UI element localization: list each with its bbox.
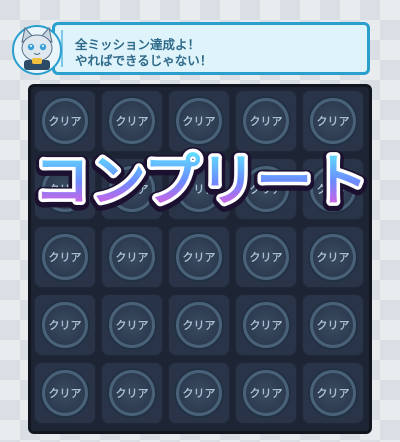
mission-board: クリア クリア クリア クリア クリア クリア クリア クリア クリア クリア クリア クリア クリアク… [28,84,372,434]
mission-grid: クリア クリア クリア クリア クリア クリア クリア クリア クリア クリア クリア クリア クリアク… [34,90,364,424]
mission-cell[interactable]: クリア [168,294,230,356]
clear-badge-label: クリア [48,115,82,128]
clear-badge-label: クリア [182,115,216,128]
cat-character-avatar-icon [10,22,64,76]
complete-banner-text: コンプリート [34,149,368,214]
clear-badge-icon: クリア [243,370,289,416]
clear-badge-label: クリア [249,115,283,128]
clear-badge-label: クリア [316,251,350,264]
mission-cell[interactable]: クリア [235,226,297,288]
clear-badge-icon: クリア [310,234,356,280]
clear-badge-icon: クリア [42,98,88,144]
clear-badge-label: クリア [249,251,283,264]
mission-message-text: 全ミッション達成よ！ やればできるじゃない！ [75,37,212,69]
clear-badge-icon: クリア [310,302,356,348]
clear-badge-label: クリア [249,319,283,332]
mission-cell[interactable]: クリア [235,362,297,424]
mission-cell[interactable]: クリア [101,226,163,288]
clear-badge-label: クリア [115,251,149,264]
mission-cell[interactable]: クリア [168,362,230,424]
clear-badge-icon: クリア [42,234,88,280]
mission-cell[interactable]: クリア [34,226,96,288]
clear-badge-label: クリア [48,319,82,332]
clear-badge-label: クリア [182,387,216,400]
mission-cell[interactable]: クリア [101,294,163,356]
clear-badge-label: クリア [316,387,350,400]
clear-badge-label: クリア [182,251,216,264]
clear-badge-label: クリア [48,251,82,264]
clear-badge-icon: クリア [109,370,155,416]
clear-badge-icon: クリア [42,370,88,416]
clear-badge-icon: クリア [310,370,356,416]
message-line-2: やればできるじゃない！ [75,53,213,68]
clear-badge-icon: クリア [176,98,222,144]
clear-badge-icon: クリア [176,234,222,280]
clear-badge-icon: クリア [176,302,222,348]
complete-banner-art: コンプリート コンプリート コンプリート [27,144,375,218]
mission-cell[interactable]: クリア [235,294,297,356]
mission-message-banner: 全ミッション達成よ！ やればできるじゃない！ [52,22,370,75]
clear-badge-icon: クリア [42,302,88,348]
clear-badge-label: クリア [115,319,149,332]
clear-badge-label: クリア [115,115,149,128]
clear-badge-icon: クリア [109,302,155,348]
mission-cell[interactable]: クリア [302,362,364,424]
clear-badge-icon: クリア [109,98,155,144]
message-line-1: 全ミッション達成よ！ [75,37,201,52]
clear-badge-label: クリア [316,319,350,332]
clear-badge-icon: クリア [243,302,289,348]
clear-badge-label: クリア [182,319,216,332]
complete-banner: コンプリート コンプリート コンプリート [20,142,382,218]
mission-cell[interactable]: クリア [34,294,96,356]
clear-badge-label: クリア [48,387,82,400]
mission-cell[interactable]: クリア [302,226,364,288]
game-screen: { "banner": { "line1": "全ミッション達成よ！", "li… [0,0,400,442]
mission-cell[interactable]: クリア [168,226,230,288]
clear-badge-label: クリア [316,115,350,128]
mission-cell[interactable]: クリア [34,362,96,424]
clear-badge-icon: クリア [310,98,356,144]
clear-badge-icon: クリア [243,98,289,144]
clear-badge-icon: クリア [176,370,222,416]
clear-badge-label: クリア [249,387,283,400]
mission-cell[interactable]: クリア [101,362,163,424]
clear-badge-icon: クリア [109,234,155,280]
clear-badge-label: クリア [115,387,149,400]
clear-badge-icon: クリア [243,234,289,280]
mission-cell[interactable]: クリア [302,294,364,356]
